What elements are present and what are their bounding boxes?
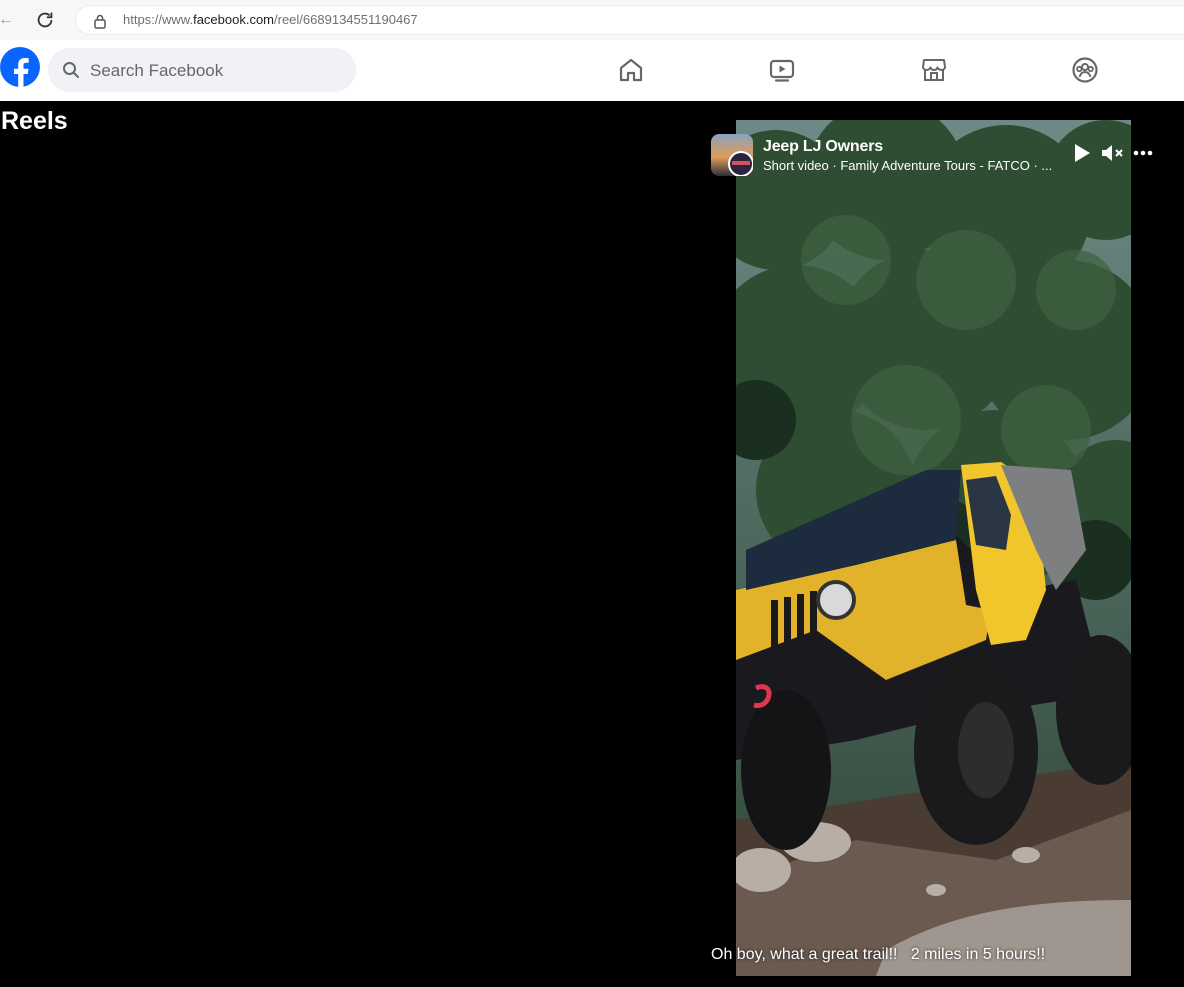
facebook-logo-icon[interactable]	[0, 47, 40, 87]
page-title: Reels	[1, 107, 68, 135]
video-icon	[769, 59, 795, 82]
nav-home[interactable]	[616, 55, 646, 85]
search-icon	[63, 62, 79, 78]
url-scheme: https://www.	[123, 12, 194, 27]
reel-subtitle[interactable]: Short video · Family Adventure Tours - F…	[763, 158, 1073, 173]
lock-icon[interactable]	[92, 13, 108, 29]
address-bar[interactable]: https://www.facebook.com/reel/6689134551…	[75, 5, 1184, 35]
url-text[interactable]: https://www.facebook.com/reel/6689134551…	[123, 12, 418, 27]
more-icon[interactable]	[1131, 141, 1155, 165]
reel-meta: Jeep LJ Owners Short video · Family Adve…	[763, 138, 1073, 173]
marketplace-icon	[922, 59, 946, 81]
url-path: /reel/6689134551190467	[274, 12, 418, 27]
nav-marketplace[interactable]	[919, 55, 949, 85]
groups-icon	[1072, 57, 1098, 83]
home-icon	[619, 58, 643, 82]
search-input[interactable]	[88, 48, 342, 94]
reel-video-frame	[736, 120, 1131, 976]
page-avatar[interactable]	[711, 134, 753, 176]
play-icon[interactable]	[1070, 141, 1094, 165]
facebook-header	[0, 40, 1184, 101]
reel-video[interactable]	[736, 120, 1131, 976]
nav-groups[interactable]	[1070, 55, 1100, 85]
search-box[interactable]	[48, 48, 356, 94]
reload-icon[interactable]	[34, 9, 56, 31]
reel-author[interactable]: Jeep LJ Owners	[763, 138, 1073, 156]
url-host: facebook.com	[193, 12, 275, 27]
mute-icon[interactable]	[1100, 141, 1124, 165]
nav-video[interactable]	[767, 55, 797, 85]
back-arrow-icon[interactable]: ←	[0, 11, 14, 29]
browser-toolbar: ← https://www.facebook.com/reel/66891345…	[0, 0, 1184, 41]
reel-caption: Oh boy, what a great trail!! 2 miles in …	[711, 946, 1046, 963]
